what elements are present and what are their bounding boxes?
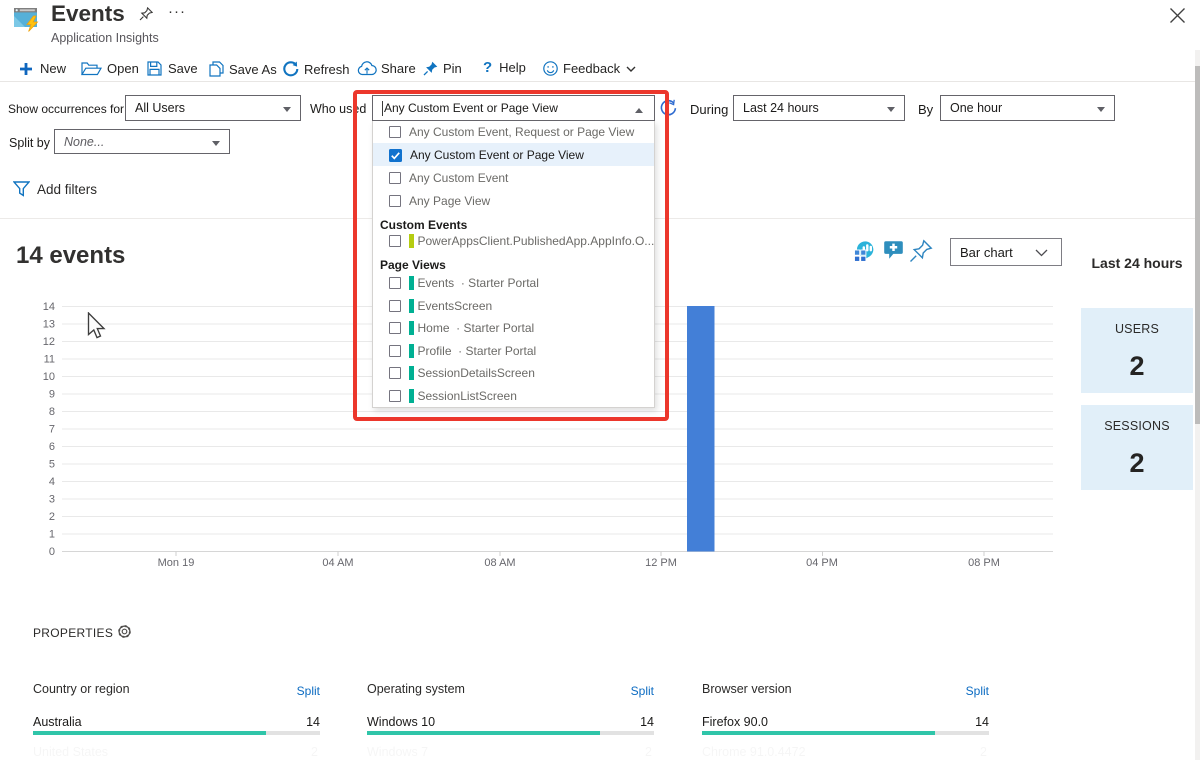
svg-text:9: 9 <box>49 389 55 401</box>
svg-text:4: 4 <box>49 476 55 488</box>
svg-text:1: 1 <box>49 529 55 541</box>
svg-text:08 AM: 08 AM <box>484 557 515 569</box>
svg-text:04 AM: 04 AM <box>322 557 353 569</box>
svg-text:13: 13 <box>43 319 55 331</box>
svg-text:2: 2 <box>49 511 55 523</box>
svg-text:7: 7 <box>49 424 55 436</box>
svg-text:10: 10 <box>43 371 55 383</box>
svg-text:04 PM: 04 PM <box>806 557 838 569</box>
svg-text:14: 14 <box>43 301 55 313</box>
svg-text:0: 0 <box>49 546 55 558</box>
svg-text:08 PM: 08 PM <box>968 557 1000 569</box>
svg-text:12: 12 <box>43 336 55 348</box>
svg-text:6: 6 <box>49 441 55 453</box>
svg-text:11: 11 <box>44 354 55 366</box>
svg-text:8: 8 <box>49 406 55 418</box>
svg-text:12 PM: 12 PM <box>645 557 677 569</box>
svg-text:Mon 19: Mon 19 <box>158 557 195 569</box>
svg-text:3: 3 <box>49 494 55 506</box>
svg-text:5: 5 <box>49 459 55 471</box>
